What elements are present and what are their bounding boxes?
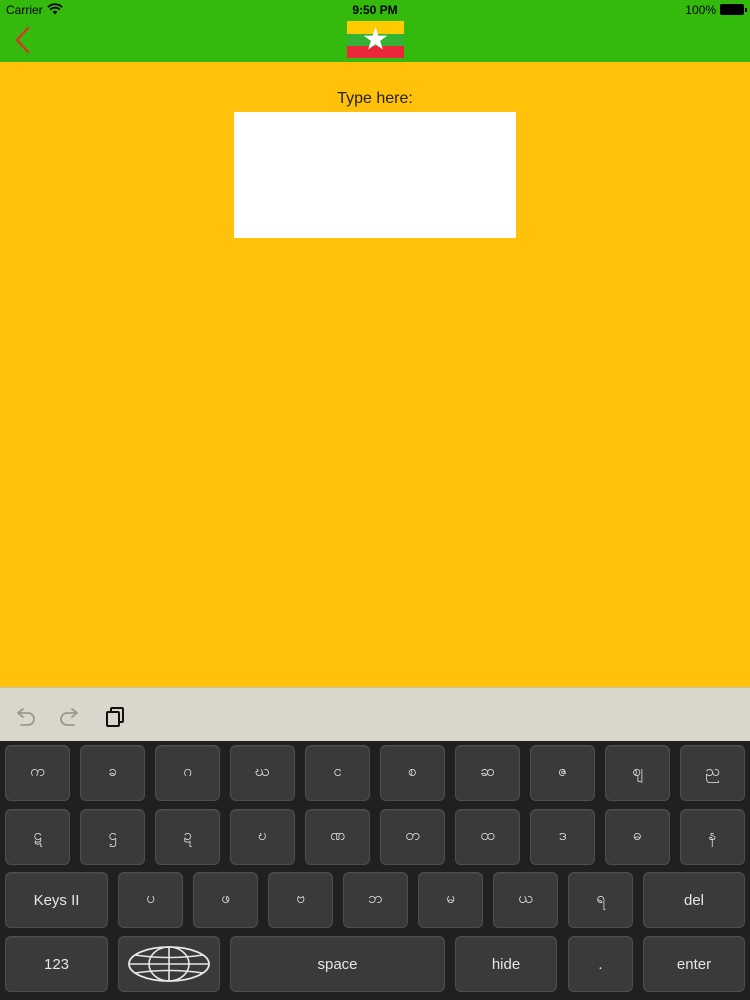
space-button[interactable]: space bbox=[230, 936, 445, 992]
text-input[interactable] bbox=[234, 112, 516, 238]
type-here-label: Type here: bbox=[337, 90, 413, 107]
key-r1-7[interactable]: ဆ bbox=[455, 745, 520, 801]
key-r1-8[interactable]: ဇ bbox=[530, 745, 595, 801]
key-r2-10[interactable]: န bbox=[680, 809, 745, 865]
key-r3-2[interactable]: ဖ bbox=[193, 872, 258, 928]
nav-bar bbox=[0, 20, 750, 62]
enter-button[interactable]: enter bbox=[643, 936, 745, 992]
copy-icon[interactable] bbox=[104, 706, 128, 728]
key-r1-3[interactable]: ဂ bbox=[155, 745, 220, 801]
key-r2-2[interactable]: ဌ bbox=[80, 809, 145, 865]
key-r3-3[interactable]: ဗ bbox=[268, 872, 333, 928]
key-r1-9[interactable]: ဈ bbox=[605, 745, 670, 801]
keys-ii-button[interactable]: Keys II bbox=[5, 872, 108, 928]
key-r3-5[interactable]: မ bbox=[418, 872, 483, 928]
battery-icon bbox=[720, 4, 747, 15]
globe-icon bbox=[128, 946, 210, 982]
globe-button[interactable] bbox=[118, 936, 220, 992]
period-key[interactable]: . bbox=[568, 936, 633, 992]
key-r2-9[interactable]: ဓ bbox=[605, 809, 670, 865]
delete-button[interactable]: del bbox=[643, 872, 745, 928]
key-r2-3[interactable]: ဍ bbox=[155, 809, 220, 865]
clock: 9:50 PM bbox=[352, 3, 398, 17]
keyboard-toolbar bbox=[0, 687, 750, 741]
undo-icon[interactable] bbox=[13, 706, 37, 728]
key-r3-6[interactable]: ယ bbox=[493, 872, 558, 928]
key-r1-6[interactable]: စ bbox=[380, 745, 445, 801]
key-r2-1[interactable]: ဋ bbox=[5, 809, 70, 865]
numbers-button[interactable]: 123 bbox=[5, 936, 108, 992]
status-bar: Carrier 9:50 PM 100% bbox=[0, 0, 750, 20]
myanmar-flag-icon bbox=[347, 21, 404, 58]
key-r2-7[interactable]: ထ bbox=[455, 809, 520, 865]
key-r1-4[interactable]: ဃ bbox=[230, 745, 295, 801]
myanmar-keyboard: က ခ ဂ ဃ င စ ဆ ဇ ဈ ည ဋ ဌ ဍ ဎ ဏ တ ထ ဒ ဓ န … bbox=[0, 741, 750, 1000]
key-r2-8[interactable]: ဒ bbox=[530, 809, 595, 865]
key-r3-1[interactable]: ပ bbox=[118, 872, 183, 928]
key-r2-4[interactable]: ဎ bbox=[230, 809, 295, 865]
battery-percent: 100% bbox=[685, 3, 716, 17]
key-r1-10[interactable]: ည bbox=[680, 745, 745, 801]
hide-button[interactable]: hide bbox=[455, 936, 557, 992]
key-r1-2[interactable]: ခ bbox=[80, 745, 145, 801]
back-chevron-icon[interactable] bbox=[10, 24, 36, 56]
key-r1-5[interactable]: င bbox=[305, 745, 370, 801]
redo-icon[interactable] bbox=[58, 706, 82, 728]
key-r2-5[interactable]: ဏ bbox=[305, 809, 370, 865]
key-r3-4[interactable]: ဘ bbox=[343, 872, 408, 928]
key-r2-6[interactable]: တ bbox=[380, 809, 445, 865]
key-r1-1[interactable]: က bbox=[5, 745, 70, 801]
key-r3-7[interactable]: ရ bbox=[568, 872, 633, 928]
